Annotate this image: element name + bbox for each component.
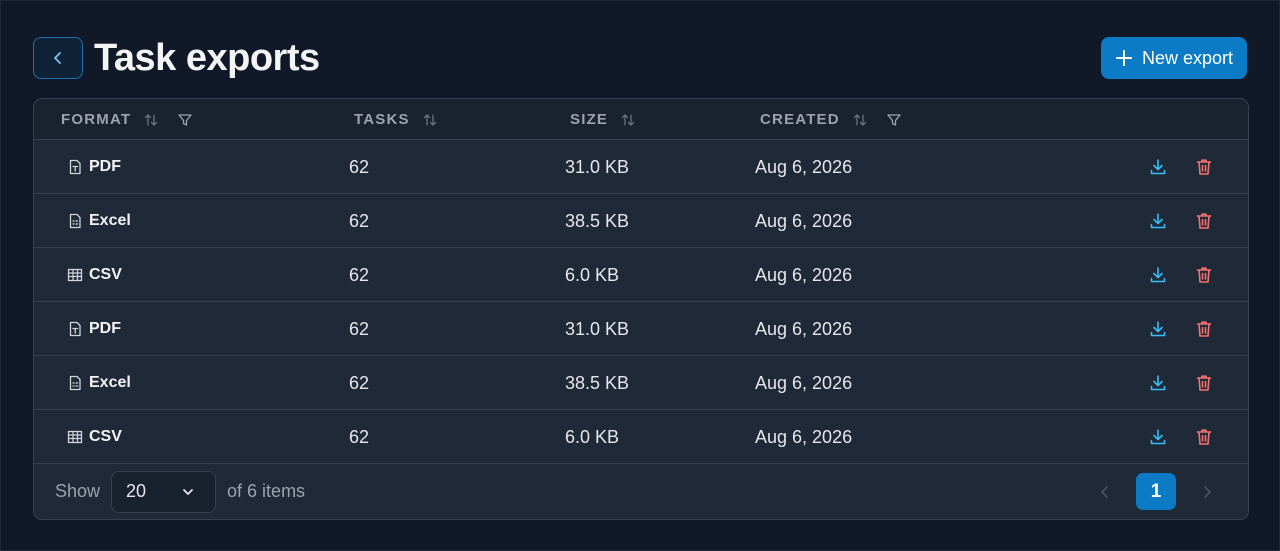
previous-page-button[interactable] (1096, 473, 1114, 510)
format-label: PDF (89, 320, 121, 337)
table-row: Excel 62 38.5 KB Aug 6, 2026 (34, 356, 1248, 410)
column-format-label: FORMAT (61, 111, 132, 128)
table-footer: Show 20 of 6 items 1 (34, 464, 1248, 519)
format-cell: PDF (67, 140, 121, 194)
tasks-cell: 62 (349, 372, 370, 393)
table-row: PDF 62 31.0 KB Aug 6, 2026 (34, 302, 1248, 356)
created-cell: Aug 6, 2026 (755, 426, 853, 447)
tasks-cell: 62 (349, 426, 370, 447)
page-title: Task exports (94, 36, 320, 79)
size-cell: 6.0 KB (565, 426, 620, 447)
chevron-right-icon (1204, 485, 1211, 498)
column-created[interactable]: CREATED (760, 99, 902, 140)
format-cell: CSV (67, 410, 122, 464)
table-row: CSV 62 6.0 KB Aug 6, 2026 (34, 410, 1248, 464)
page-1-button[interactable]: 1 (1136, 473, 1176, 510)
format-cell: PDF (67, 302, 121, 356)
chevron-left-icon (1101, 485, 1108, 498)
row-actions (1148, 194, 1214, 248)
row-actions (1148, 356, 1214, 410)
trash-icon[interactable] (1194, 427, 1214, 447)
format-cell: CSV (67, 248, 122, 302)
trash-icon[interactable] (1194, 319, 1214, 339)
back-button[interactable] (33, 37, 83, 79)
show-label: Show (55, 481, 101, 501)
table-icon (67, 268, 83, 282)
format-label: PDF (89, 158, 121, 175)
item-count: of 6 items (227, 481, 306, 501)
table-row: PDF 62 31.0 KB Aug 6, 2026 (34, 140, 1248, 194)
size-cell: 38.5 KB (565, 372, 630, 393)
format-cell: Excel (67, 356, 131, 410)
row-actions (1148, 410, 1214, 464)
row-actions (1148, 248, 1214, 302)
excel-file-icon (69, 213, 81, 229)
filter-icon[interactable] (886, 112, 902, 128)
pdf-file-icon (69, 159, 81, 175)
column-created-label: CREATED (760, 111, 840, 128)
trash-icon[interactable] (1194, 211, 1214, 231)
sort-icon[interactable] (620, 112, 636, 128)
download-icon[interactable] (1148, 157, 1168, 177)
download-icon[interactable] (1148, 373, 1168, 393)
sort-icon[interactable] (852, 112, 868, 128)
table-row: CSV 62 6.0 KB Aug 6, 2026 (34, 248, 1248, 302)
created-cell: Aug 6, 2026 (755, 264, 853, 285)
tasks-cell: 62 (349, 210, 370, 231)
page-header: Task exports New export (33, 36, 1247, 80)
size-cell: 6.0 KB (565, 264, 620, 285)
size-cell: 31.0 KB (565, 156, 630, 177)
created-cell: Aug 6, 2026 (755, 372, 853, 393)
table-icon (67, 430, 83, 444)
created-cell: Aug 6, 2026 (755, 210, 853, 231)
sort-icon[interactable] (422, 112, 438, 128)
chevron-down-icon (183, 488, 193, 495)
table-row: Excel 62 38.5 KB Aug 6, 2026 (34, 194, 1248, 248)
new-export-button[interactable]: New export (1100, 37, 1247, 79)
column-tasks[interactable]: TASKS (354, 99, 438, 140)
format-cell: Excel (67, 194, 131, 248)
format-label: Excel (89, 212, 131, 229)
download-icon[interactable] (1148, 427, 1168, 447)
download-icon[interactable] (1148, 211, 1168, 231)
tasks-cell: 62 (349, 264, 370, 285)
column-size-label: SIZE (570, 111, 609, 128)
trash-icon[interactable] (1194, 265, 1214, 285)
size-cell: 38.5 KB (565, 210, 630, 231)
sort-icon[interactable] (143, 112, 159, 128)
column-format[interactable]: FORMAT (61, 99, 193, 140)
created-cell: Aug 6, 2026 (755, 156, 853, 177)
pagination: 1 (1096, 473, 1216, 510)
format-label: CSV (89, 428, 122, 445)
row-actions (1148, 140, 1214, 194)
page-size-value: 20 (126, 481, 147, 501)
chevron-left-icon (54, 52, 61, 64)
row-actions (1148, 302, 1214, 356)
pdf-file-icon (69, 321, 81, 337)
created-cell: Aug 6, 2026 (755, 318, 853, 339)
format-label: Excel (89, 374, 131, 391)
download-icon[interactable] (1148, 319, 1168, 339)
exports-table: FORMAT TASKS SIZE CREATED PDF 62 31.0 KB… (33, 98, 1249, 520)
table-header: FORMAT TASKS SIZE CREATED (34, 99, 1248, 140)
tasks-cell: 62 (349, 318, 370, 339)
column-tasks-label: TASKS (354, 111, 410, 128)
plus-icon (1115, 50, 1132, 66)
new-export-label: New export (1141, 47, 1233, 68)
excel-file-icon (69, 375, 81, 391)
header-left: Task exports (33, 37, 320, 80)
size-cell: 31.0 KB (565, 318, 630, 339)
tasks-cell: 62 (349, 156, 370, 177)
trash-icon[interactable] (1194, 373, 1214, 393)
task-exports-page: Task exports New export FORMAT TASKS SIZ… (0, 0, 1280, 551)
format-label: CSV (89, 266, 122, 283)
next-page-button[interactable] (1198, 473, 1216, 510)
trash-icon[interactable] (1194, 157, 1214, 177)
column-size[interactable]: SIZE (570, 99, 636, 140)
filter-icon[interactable] (177, 112, 193, 128)
page-size-select[interactable]: 20 (111, 470, 217, 513)
download-icon[interactable] (1148, 265, 1168, 285)
